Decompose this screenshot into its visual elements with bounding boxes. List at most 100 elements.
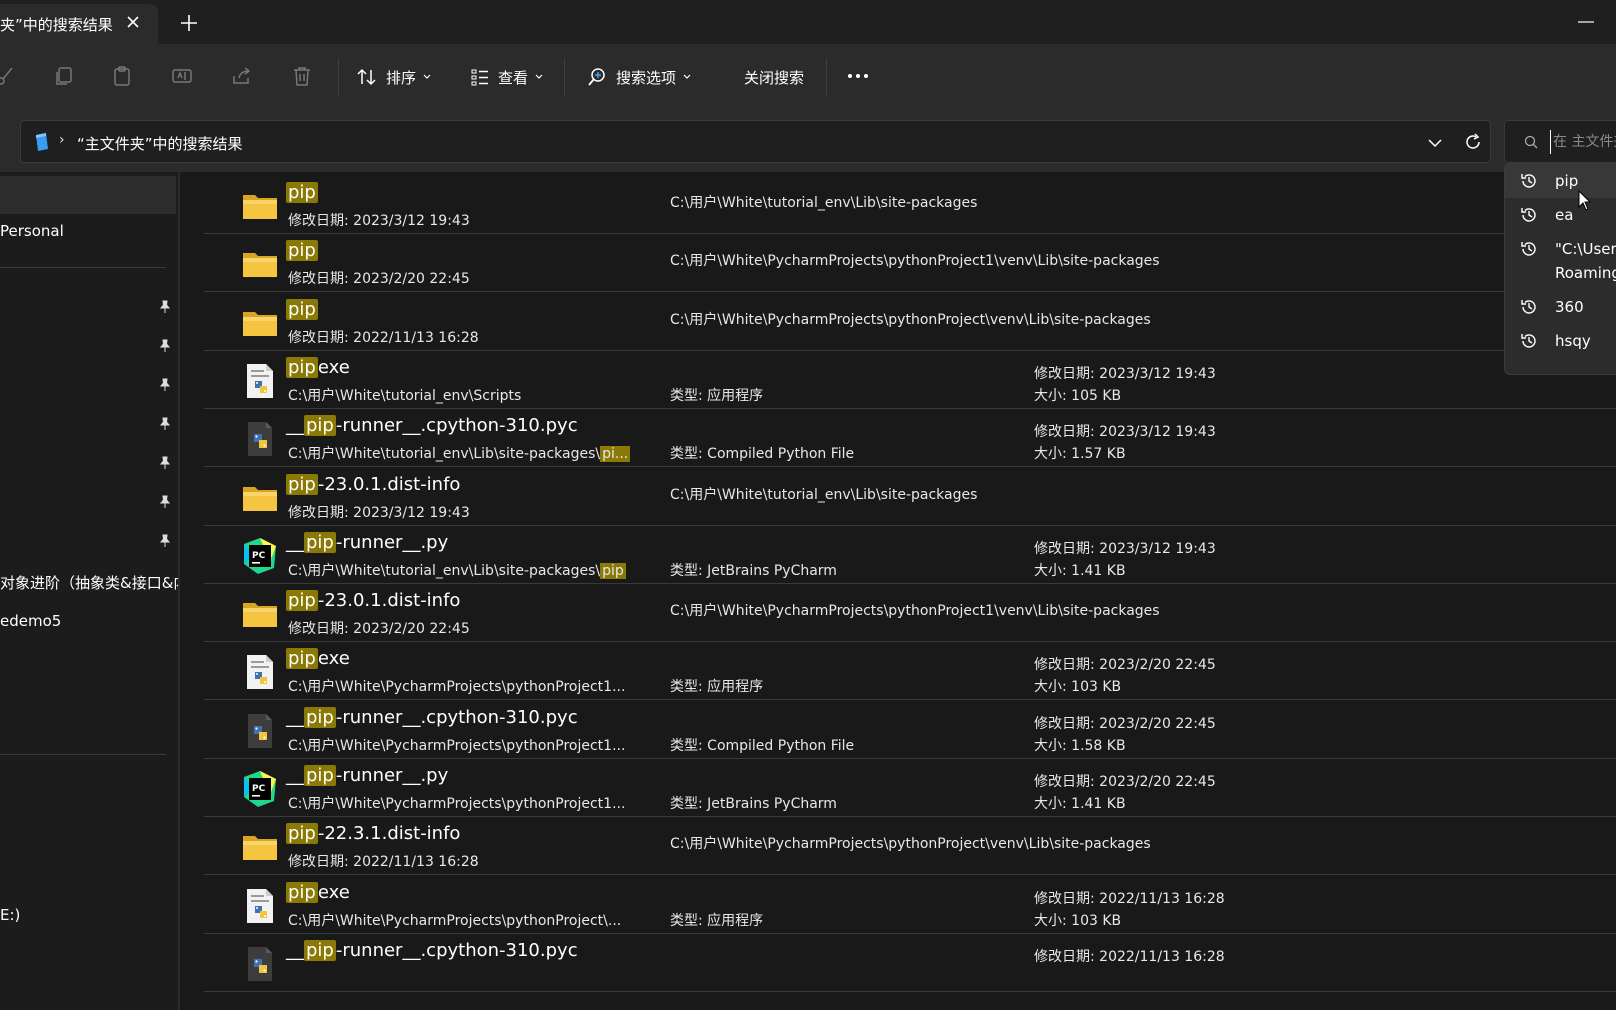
pin-icon[interactable]: [158, 300, 172, 314]
result-row[interactable]: __ pip -runner__.cpython-310.pyc C:\用户\Whit…: [204, 701, 1616, 759]
close-icon[interactable]: [124, 13, 142, 31]
result-type: 类型: Compiled Python File: [670, 737, 855, 754]
pin-icon[interactable]: [158, 534, 172, 548]
delete-icon[interactable]: [290, 64, 314, 88]
toolbar-divider: [564, 58, 565, 96]
result-name: pip -23.0.1.dist-info: [286, 473, 460, 495]
result-row[interactable]: pip exe C:\用户\White\tutorial_env\Scripts 类型…: [204, 351, 1616, 409]
close-search-button[interactable]: 关闭搜索: [744, 62, 804, 92]
python-exe-icon: [240, 652, 280, 692]
sidebar-item-drive[interactable]: E:): [0, 906, 20, 924]
sort-button[interactable]: 排序: [356, 62, 432, 92]
search-options-label: 搜索选项: [616, 68, 677, 87]
result-path: C:\用户\White\tutorial_env\Lib\site-packag…: [288, 562, 626, 579]
share-icon[interactable]: [230, 64, 254, 88]
history-item[interactable]: pip: [1505, 164, 1616, 198]
result-path: C:\用户\White\PycharmProjects\pythonProjec…: [288, 737, 626, 754]
chevron-down-icon[interactable]: [1425, 133, 1445, 153]
chevron-down-icon: [423, 74, 431, 79]
sidebar-item-folder[interactable]: edemo5: [0, 612, 61, 630]
result-row[interactable]: __ pip -runner__.cpython-310.pyc 修改日期: 2022…: [204, 934, 1616, 992]
folder-icon: [240, 594, 280, 634]
name-prefix: __: [286, 415, 304, 437]
search-match-highlight: pip: [286, 298, 318, 320]
result-location: C:\用户\White\tutorial_env\Lib\site-packag…: [670, 195, 978, 211]
search-match-highlight: pip: [286, 648, 318, 670]
name-suffix: -runner__.py: [335, 765, 449, 786]
name-prefix: __: [286, 939, 304, 961]
breadcrumb[interactable]: “主文件夹”中的搜索结果: [77, 133, 243, 154]
search-box[interactable]: [1504, 120, 1616, 163]
result-row[interactable]: PC __ pip -runner__.py C:\用户\White\tutorial_…: [204, 526, 1616, 584]
add-tab-icon[interactable]: [178, 12, 200, 34]
paste-icon[interactable]: [110, 64, 134, 88]
result-row[interactable]: pip 修改日期: 2022/11/13 16:28 C:\用户\White\Pyc…: [204, 293, 1616, 351]
folder-icon: [240, 186, 280, 226]
result-row[interactable]: pip 修改日期: 2023/3/12 19:43 C:\用户\White\tuto…: [204, 176, 1616, 234]
minimize-icon[interactable]: [1556, 0, 1616, 44]
cut-icon[interactable]: [0, 64, 18, 88]
result-modified-date: 修改日期: 2023/2/20 22:45: [1034, 657, 1216, 674]
sidebar-item-personal[interactable]: Personal: [0, 222, 64, 240]
more-options-icon[interactable]: [846, 64, 870, 88]
pin-icon[interactable]: [158, 339, 172, 353]
search-match-highlight: pip: [286, 182, 318, 203]
sidebar-item-folder[interactable]: 对象进阶（抽象类&接口&内: [0, 572, 178, 593]
sidebar-item-selected[interactable]: [0, 176, 176, 214]
result-path: C:\用户\White\tutorial_env\Scripts: [288, 387, 522, 404]
result-row[interactable]: PC __ pip -runner__.py C:\用户\White\PycharmPr…: [204, 759, 1616, 817]
history-item[interactable]: "C:\Users Roaming: [1505, 232, 1616, 290]
name-suffix: -22.3.1.dist-info: [317, 823, 461, 845]
result-location: C:\用户\White\PycharmProjects\pythonProjec…: [670, 311, 1151, 328]
folder-icon: [240, 827, 280, 867]
folder-icon: [240, 303, 280, 343]
result-type: 类型: JetBrains PyCharm: [670, 796, 837, 812]
result-size: 大小: 105 KB: [1034, 387, 1122, 404]
address-bar[interactable]: › “主文件夹”中的搜索结果: [20, 120, 1491, 163]
pin-icon[interactable]: [158, 417, 172, 431]
result-name: __ pip -runner__.cpython-310.pyc: [286, 415, 578, 437]
result-row[interactable]: pip exe C:\用户\White\PycharmProjects\python…: [204, 876, 1616, 934]
search-match-highlight: pip: [304, 939, 336, 961]
search-match-highlight: pip: [286, 356, 318, 378]
navigation-pane: Personal 对象进阶（抽象类&接口&内 edemo5 E:): [0, 172, 178, 1010]
result-row[interactable]: __ pip -runner__.cpython-310.pyc C:\用户\Whit…: [204, 409, 1616, 468]
refresh-icon[interactable]: [1463, 132, 1483, 152]
result-row[interactable]: pip exe C:\用户\White\PycharmProjects\python…: [204, 642, 1616, 701]
history-item[interactable]: hsqy: [1505, 324, 1616, 358]
result-modified-date: 修改日期: 2023/2/20 22:45: [288, 621, 470, 638]
name-prefix: __: [286, 765, 304, 786]
search-input[interactable]: [1550, 130, 1616, 154]
pin-icon[interactable]: [158, 456, 172, 470]
history-item-text: Roaming: [1555, 264, 1616, 282]
result-row[interactable]: pip -23.0.1.dist-info 修改日期: 2023/3/12 19:4…: [204, 468, 1616, 526]
result-size: 大小: 1.57 KB: [1034, 446, 1126, 463]
result-size: 大小: 103 KB: [1034, 912, 1122, 929]
search-options-button[interactable]: 搜索选项: [586, 62, 692, 92]
result-row[interactable]: pip -22.3.1.dist-info 修改日期: 2022/11/13 16:…: [204, 817, 1616, 876]
result-row[interactable]: pip -23.0.1.dist-info 修改日期: 2023/2/20 22:4…: [204, 584, 1616, 643]
sidebar-scrollbar[interactable]: [178, 172, 180, 1010]
result-row[interactable]: pip 修改日期: 2023/2/20 22:45 C:\用户\White\Pych…: [204, 234, 1616, 293]
history-item[interactable]: ea: [1505, 198, 1616, 232]
history-item[interactable]: 360: [1505, 290, 1616, 324]
history-item-text: hsqy: [1555, 332, 1591, 350]
pin-icon[interactable]: [158, 495, 172, 509]
copy-icon[interactable]: [52, 64, 76, 88]
name-suffix: exe: [317, 648, 350, 670]
result-modified-date: 修改日期: 2022/11/13 16:28: [1034, 890, 1225, 907]
mouse-cursor-icon: [1578, 190, 1592, 211]
python-file-icon: [240, 711, 280, 751]
history-item-text: 360: [1555, 298, 1584, 316]
view-button[interactable]: 查看: [470, 62, 544, 92]
pin-icon[interactable]: [158, 378, 172, 392]
sidebar-divider: [0, 754, 166, 755]
search-match-highlight: pip: [286, 881, 318, 903]
breadcrumb-chevron[interactable]: ›: [59, 132, 65, 148]
tab-search-results[interactable]: 夹”中的搜索结果: [0, 4, 158, 44]
view-list-icon: [471, 69, 488, 86]
history-icon: [1521, 334, 1536, 348]
result-type: 类型: 应用程序: [670, 679, 764, 696]
rename-icon[interactable]: [170, 64, 194, 88]
result-location: C:\用户\White\PycharmProjects\pythonProjec…: [670, 836, 1151, 853]
